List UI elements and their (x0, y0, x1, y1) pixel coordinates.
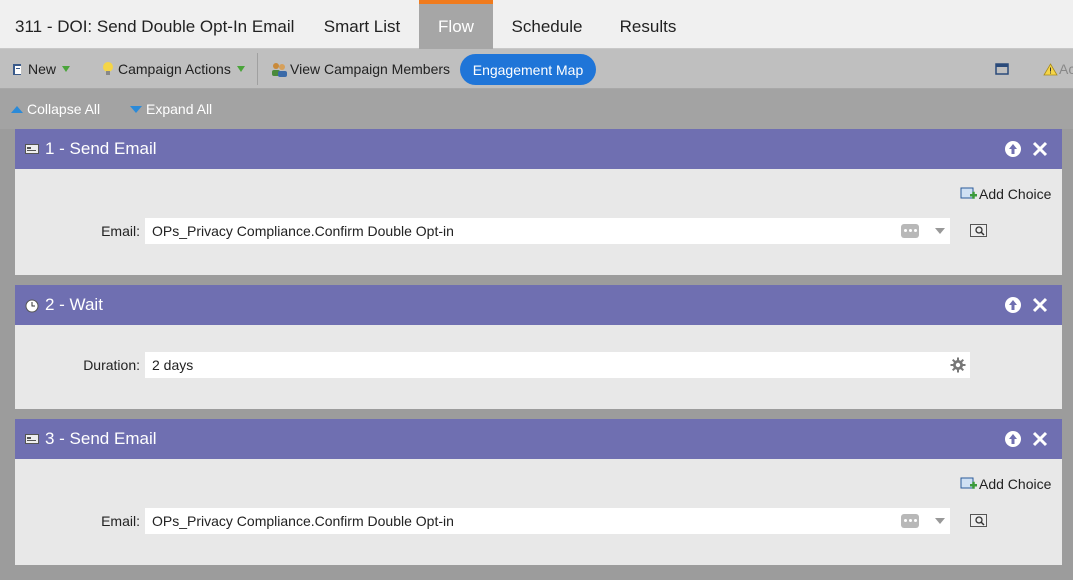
chevron-down-icon[interactable] (935, 518, 945, 524)
close-icon[interactable] (1031, 140, 1049, 158)
step-title: 3 - Send Email (45, 429, 157, 448)
view-campaign-members-button[interactable]: View Campaign Members (271, 49, 450, 89)
move-up-icon[interactable] (1004, 296, 1022, 314)
window-icon (995, 63, 1009, 75)
move-up-icon[interactable] (1004, 140, 1022, 158)
step-header[interactable]: 3 - Send Email (15, 419, 1062, 459)
new-menu-button[interactable]: New (12, 49, 71, 89)
toolbar-divider (257, 53, 258, 85)
expand-triangle-icon (130, 105, 142, 113)
campaign-actions-menu-button[interactable]: Campaign Actions (102, 49, 245, 89)
new-document-icon (13, 63, 21, 75)
email-field-label: Email: (101, 513, 140, 529)
chevron-down-icon (236, 66, 245, 72)
tab-schedule[interactable]: Schedule (497, 0, 597, 49)
chevron-down-icon (62, 66, 71, 72)
email-icon (25, 434, 39, 444)
collapse-all-button[interactable]: Collapse All (11, 89, 100, 129)
new-menu-label: New (28, 61, 57, 77)
clock-icon (25, 299, 39, 313)
chevron-down-icon[interactable] (935, 228, 945, 234)
lightbulb-icon (103, 62, 113, 75)
engagement-map-button[interactable]: Engagement Map (460, 54, 596, 85)
more-options-icon[interactable] (901, 514, 919, 528)
warning-icon (1043, 62, 1058, 75)
tab-smart-list[interactable]: Smart List (307, 0, 417, 49)
preview-icon[interactable] (970, 514, 988, 528)
add-choice-icon (960, 477, 977, 489)
preview-icon[interactable] (970, 224, 988, 238)
step-header[interactable]: 1 - Send Email (15, 129, 1062, 169)
add-choice-button[interactable]: Add Choice (960, 476, 1051, 492)
truncated-warning-label: Ac (1059, 61, 1073, 77)
people-icon (272, 62, 287, 77)
flow-subtoolbar: Collapse All Expand All (0, 89, 1073, 129)
duration-field-label: Duration: (83, 357, 140, 373)
expand-all-label: Expand All (146, 101, 213, 117)
view-campaign-members-label: View Campaign Members (290, 61, 451, 77)
step-header[interactable]: 2 - Wait (15, 285, 1062, 325)
add-choice-label: Add Choice (979, 476, 1052, 492)
close-icon[interactable] (1031, 430, 1049, 448)
truncated-warning-button[interactable]: Ac (1043, 49, 1073, 89)
campaign-actions-label: Campaign Actions (118, 61, 231, 77)
duration-input[interactable]: 2 days (145, 352, 970, 378)
campaign-title: 311 - DOI: Send Double Opt-In Email (15, 17, 295, 36)
email-select[interactable]: OPs_Privacy Compliance.Confirm Double Op… (145, 218, 950, 244)
add-choice-icon (960, 187, 977, 199)
flow-step-wait: 2 - Wait Duration: 2 days (15, 285, 1062, 409)
flow-step-send-email-1: 1 - Send Email Add Choice Email: OPs_Pri… (15, 129, 1062, 275)
collapse-all-label: Collapse All (27, 101, 101, 117)
window-toggle-button[interactable] (995, 49, 1009, 89)
tab-flow[interactable]: Flow (419, 0, 493, 49)
email-select[interactable]: OPs_Privacy Compliance.Confirm Double Op… (145, 508, 950, 534)
expand-all-button[interactable]: Expand All (130, 89, 212, 129)
email-icon (25, 144, 39, 154)
more-options-icon[interactable] (901, 224, 919, 238)
step-title: 2 - Wait (45, 295, 103, 314)
collapse-triangle-icon (11, 105, 23, 113)
email-field-label: Email: (101, 223, 140, 239)
add-choice-button[interactable]: Add Choice (960, 186, 1051, 202)
tab-results[interactable]: Results (605, 0, 691, 49)
move-up-icon[interactable] (1004, 430, 1022, 448)
add-choice-label: Add Choice (979, 186, 1052, 202)
close-icon[interactable] (1031, 296, 1049, 314)
flow-step-send-email-3: 3 - Send Email Add Choice Email: OPs_Pri… (15, 419, 1062, 565)
campaign-tab-bar: 311 - DOI: Send Double Opt-In Email Smar… (0, 0, 1073, 49)
step-title: 1 - Send Email (45, 139, 157, 158)
gear-icon[interactable] (950, 357, 966, 373)
